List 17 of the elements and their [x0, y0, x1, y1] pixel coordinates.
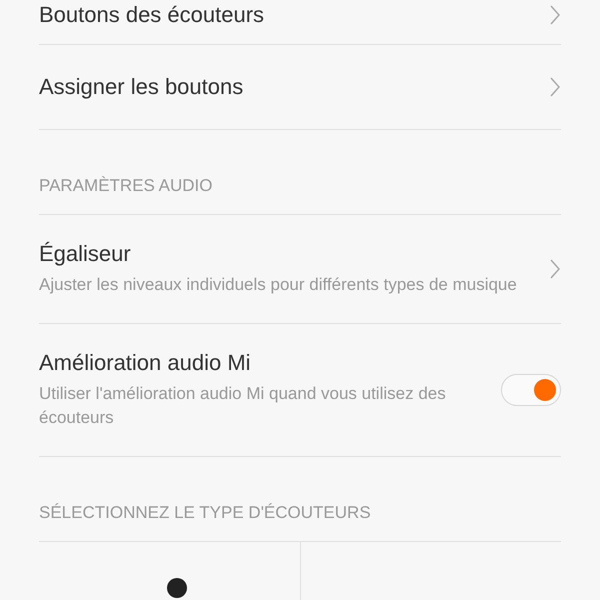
settings-row[interactable]: Égaliseur Ajuster les niveaux individuels pour différents types de musique — [39, 215, 561, 324]
row-subtitle: Utiliser l'amélioration audio Mi quand vous utilisez des écouteurs — [39, 383, 447, 429]
settings-row[interactable]: Assigner les boutons — [39, 45, 561, 130]
section-header: PARAMÈTRES AUDIO — [39, 130, 561, 215]
row-subtitle: Ajuster les niveaux individuels pour différents types de musique — [39, 274, 518, 296]
chevron-right-icon — [549, 5, 561, 25]
chevron-right-icon — [549, 259, 561, 279]
chevron-right-icon — [549, 77, 561, 97]
row-title: Amélioration audio Mi — [39, 350, 252, 376]
settings-row[interactable]: Amélioration audio Mi Utiliser l'amélioration audio Mi quand vous utilisez des écouteurs — [39, 324, 561, 457]
row-title: Assigner les boutons — [39, 74, 244, 100]
row-title: Boutons des écouteurs — [39, 2, 266, 28]
row-title: Égaliseur — [39, 241, 132, 267]
settings-row[interactable]: Boutons des écouteurs — [39, 0, 561, 45]
section-header: SÉLECTIONNEZ LE TYPE D'ÉCOUTEURS — [39, 457, 561, 542]
toggle-switch[interactable] — [501, 374, 561, 406]
earphone-icon — [167, 578, 187, 598]
